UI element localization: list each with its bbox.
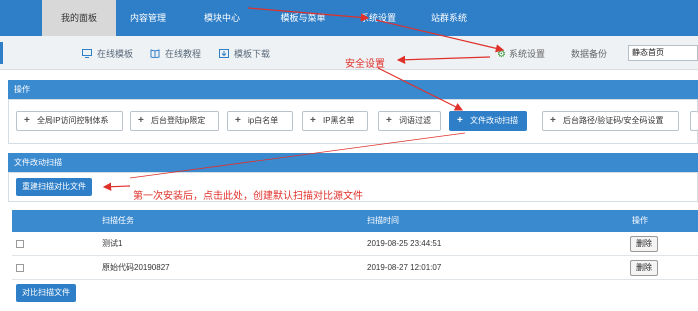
arrow-scan-connector (129, 132, 466, 179)
arrow-to-scan-button (377, 67, 464, 111)
arrow-to-rebuild-button (102, 182, 131, 191)
annotation-arrows (102, 7, 505, 191)
arrow-to-system-tab (247, 7, 370, 22)
arrow-from-settings-to-label (396, 55, 491, 64)
arrow-to-settings-link (375, 19, 505, 53)
